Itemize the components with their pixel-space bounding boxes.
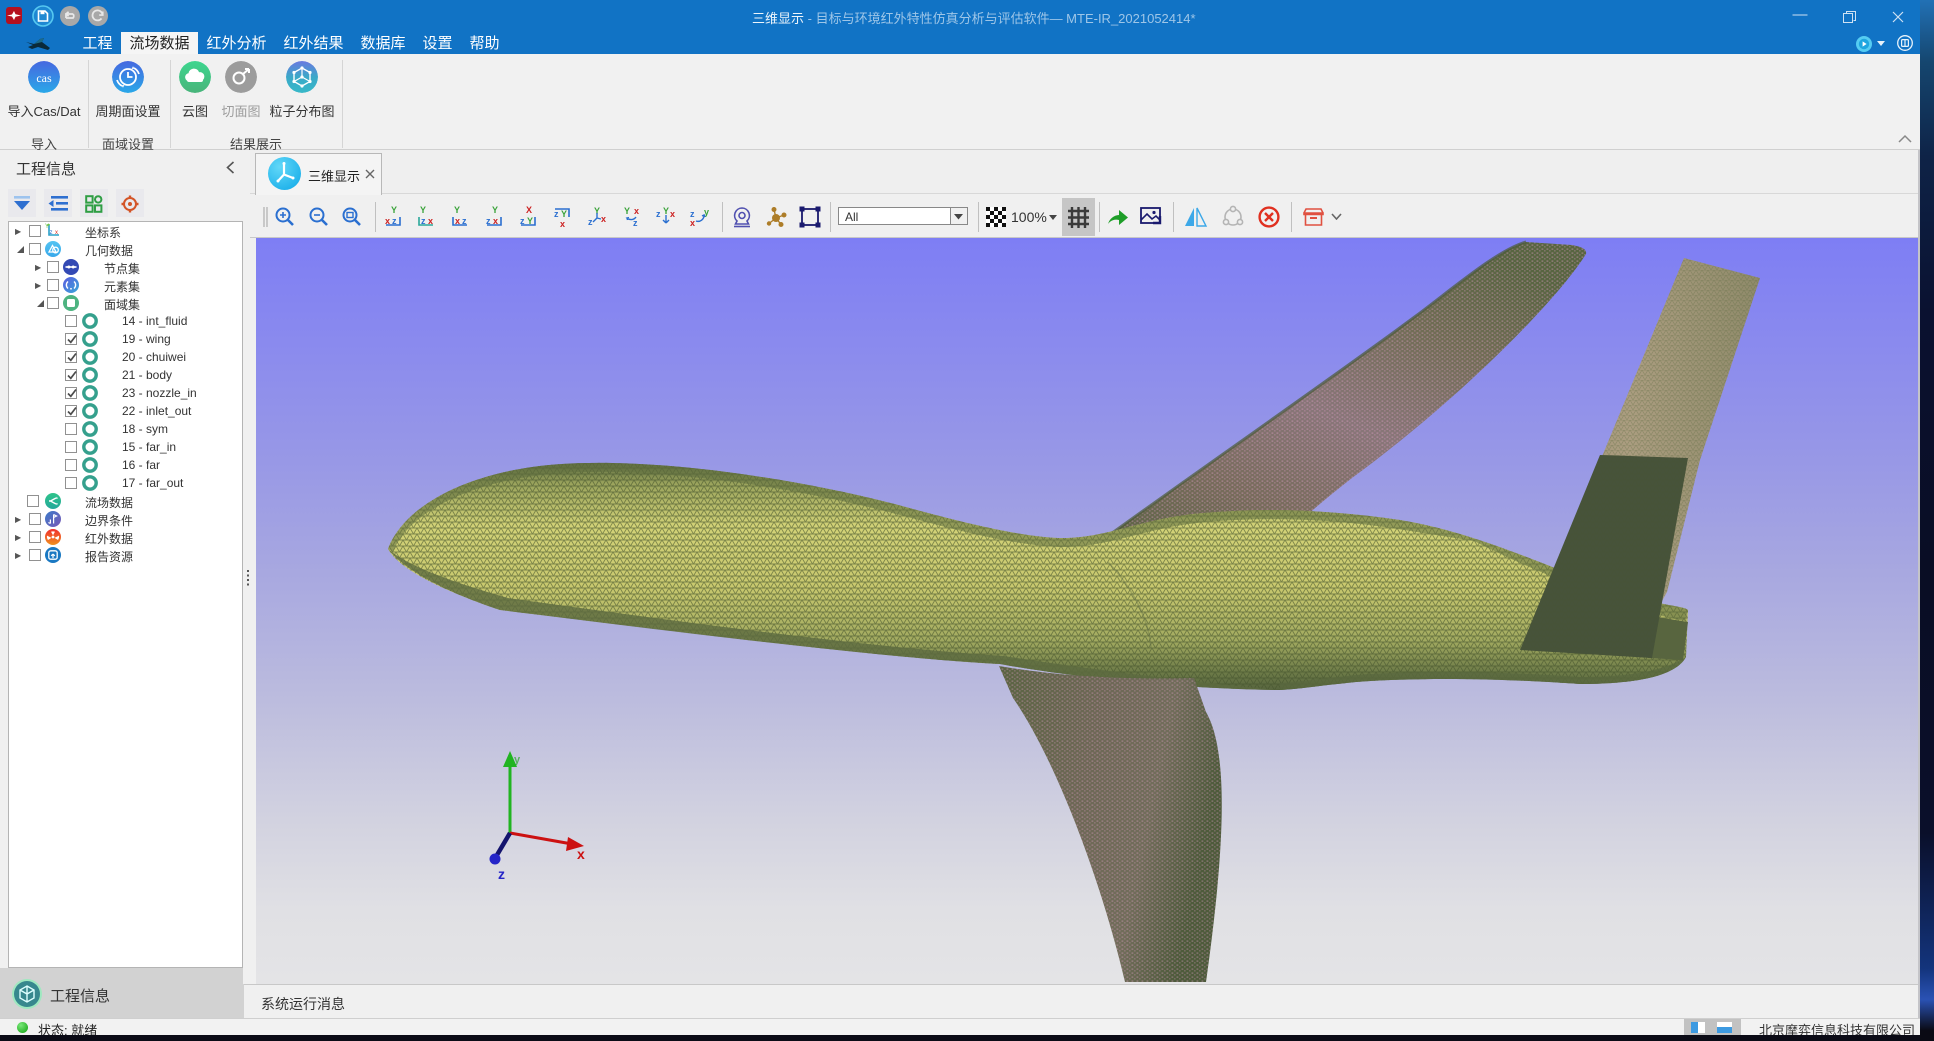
svg-text:z: z [554,209,559,219]
svg-text:Y: Y [492,205,498,215]
svg-text:x: x [577,846,585,862]
svg-text:Y: Y [663,206,669,216]
svg-text:x: x [634,206,639,216]
svg-text:z: z [588,217,593,227]
svg-text:z: z [50,230,53,236]
svg-text:X: X [526,205,532,215]
svg-text:z: z [498,866,505,882]
svg-text:Y: Y [420,205,426,215]
svg-text:Y: Y [561,209,567,219]
svg-text:Y: Y [454,205,460,215]
svg-text:Y: Y [391,205,397,215]
svg-text:x: x [55,230,58,236]
svg-text:y: y [514,754,521,766]
svg-text:x: x [690,218,695,228]
svg-text:Y: Y [45,224,49,230]
svg-text:z: z [656,209,661,219]
svg-text:cas: cas [36,71,52,85]
svg-text:x: x [601,214,606,224]
svg-text:x: x [670,209,675,219]
svg-text:x: x [560,219,565,229]
svg-text:Y: Y [624,206,630,216]
